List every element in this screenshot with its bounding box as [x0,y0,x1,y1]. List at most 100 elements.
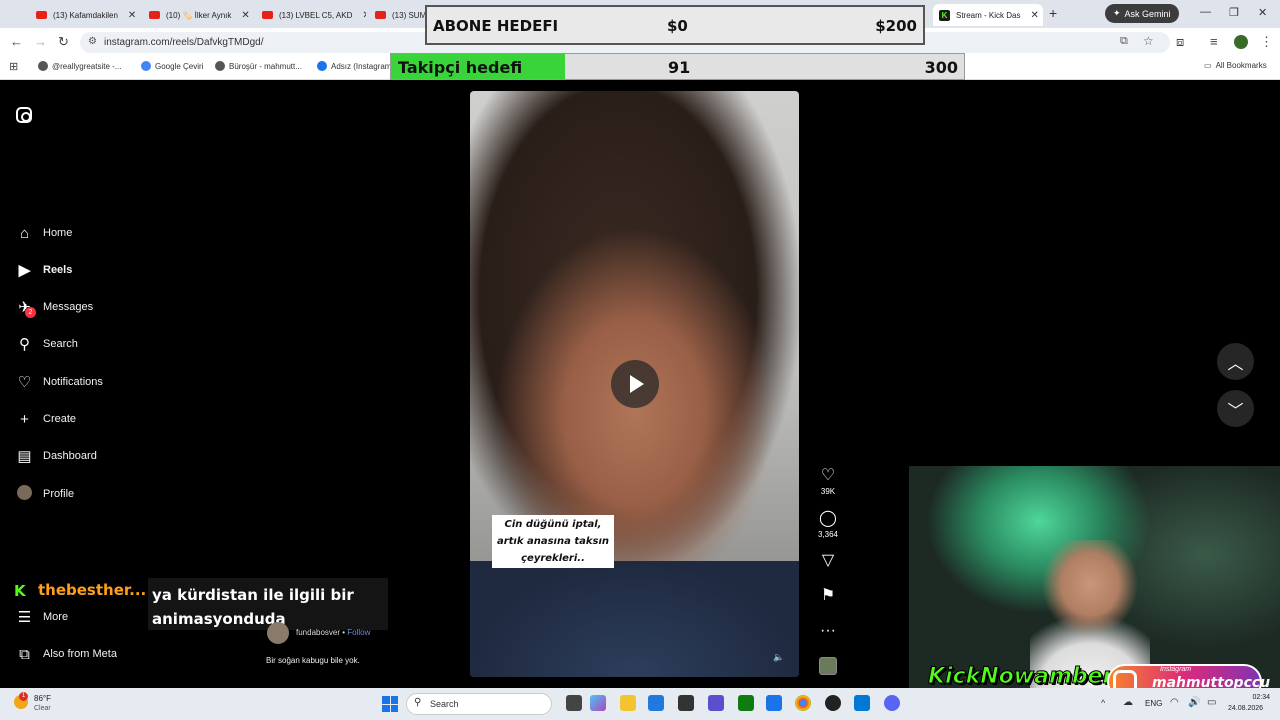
minimize-icon[interactable]: — [1200,6,1211,18]
close-icon[interactable]: ✕ [362,10,366,21]
language-indicator[interactable]: ENG [1145,699,1162,708]
app-icon[interactable] [766,695,782,711]
globe-icon [38,61,48,71]
sidebar-item-also-from-meta[interactable]: ⧉ Also from Meta [16,644,117,664]
store-icon[interactable] [678,695,694,711]
bookmark-2[interactable]: Google Çeviri [141,61,203,71]
edge-icon[interactable] [648,695,664,711]
reels-icon: ▶ [18,262,31,279]
follow-button[interactable]: Follow [347,628,370,637]
star-icon[interactable]: ☆ [1143,34,1154,48]
weather-temperature[interactable]: 86°F [34,694,51,703]
play-button[interactable] [611,360,659,408]
chrome-icon[interactable] [795,695,811,711]
close-window-icon[interactable]: ✕ [1258,6,1267,19]
forward-icon[interactable]: → [34,34,47,49]
ask-gemini-button[interactable]: ✦ Ask Gemini [1105,4,1179,23]
comment-author[interactable]: fundabosver [296,628,340,637]
bookmark-4[interactable]: Adsız (Instagram) [317,61,394,71]
bookmark-label: Adsız (Instagram) [331,61,395,71]
bookmark-3[interactable]: Büroşür - mahmutt... [215,61,302,71]
kick-logo: KickNowamber [927,664,1114,690]
volume-icon[interactable]: 🔊 [1188,697,1200,708]
task-view-icon[interactable] [566,695,582,711]
share-button[interactable]: ▽ [812,552,844,570]
wifi-icon[interactable]: ◠ [1170,697,1179,708]
like-button[interactable]: ♡ 39K [812,467,844,496]
close-icon[interactable]: ✕ [241,10,249,21]
chat-username: thebesther... [38,581,147,599]
all-bookmarks[interactable]: ▭ All Bookmarks [1204,61,1267,70]
taskbar-search-label: Search [430,699,459,709]
app-icon[interactable] [708,695,724,711]
photos-icon[interactable] [854,695,870,711]
clock-time[interactable]: 02:34 [1230,694,1270,701]
bookmark-1[interactable]: @reallygreatsite -... [38,61,121,71]
onedrive-icon[interactable]: ☁ [1123,697,1133,708]
close-icon[interactable]: ✕ [128,10,136,21]
install-icon[interactable]: ⧉ [1120,35,1128,48]
bookmark-label: Google Çeviri [155,61,204,71]
sidebar-item-label: More [43,611,69,623]
mute-icon[interactable]: 🔈 [773,652,784,663]
bookmark-label: @reallygreatsite -... [52,61,122,71]
chevron-down-icon: ﹀ [1227,402,1244,420]
next-reel-button[interactable]: ﹀ [1217,390,1254,427]
clock-date[interactable]: 24.08.2026 [1228,705,1263,712]
new-tab-button[interactable]: + [1049,5,1057,21]
save-button[interactable]: ⚑ [812,587,844,605]
sidebar-item-dashboard[interactable]: ▤ Dashboard [16,446,97,466]
windows-taskbar [0,688,1280,720]
sidebar-item-search[interactable]: ⚲ Search [16,334,78,354]
copilot-icon[interactable] [590,695,606,711]
sidebar-item-home[interactable]: ⌂ Home [16,223,72,243]
tab-5[interactable]: K Stream - Kick Das ✕ [933,4,1043,26]
windows-start-icon[interactable] [382,696,398,712]
globe-icon [317,61,327,71]
tab-1[interactable]: (13) Kafamdakilen ✕ [30,4,140,26]
meta-icon: ⧉ [19,645,30,663]
sidebar-item-label: Also from Meta [43,648,117,660]
youtube-icon [149,11,160,19]
back-icon[interactable]: ← [10,34,23,49]
sidebar-item-more[interactable]: ☰ More [16,607,68,627]
obs-icon[interactable] [825,695,841,711]
sidebar-item-notifications[interactable]: ♡ Notifications [16,372,103,392]
sidebar-item-create[interactable]: + Create [16,409,76,429]
tab-2[interactable]: (10) 🏷️ İlker Aynık ✕ [143,4,253,26]
weather-badge: 1 [19,692,28,701]
tab-3[interactable]: (13) LVBEL C5, AKD ✕ [256,4,366,26]
tab-4[interactable]: (13) SUMM [369,4,429,26]
file-explorer-icon[interactable] [620,695,636,711]
more-options-button[interactable]: ··· [812,622,844,640]
chevron-up-icon[interactable]: ^ [1101,698,1105,708]
taskbar-search-input[interactable] [406,693,552,715]
xbox-icon[interactable] [738,695,754,711]
previous-reel-button[interactable]: ︿ [1217,343,1254,380]
instagram-logo-icon[interactable] [16,107,32,123]
apps-icon[interactable]: ⊞ [9,60,18,73]
profile-avatar[interactable] [1234,35,1248,49]
audio-thumbnail[interactable] [819,657,837,675]
sidebar-item-label: Reels [43,264,73,276]
extensions-icon[interactable]: ⧈ [1176,34,1184,50]
sidebar-item-label: Profile [43,488,75,500]
tab-title: (13) Kafamdakilen [53,10,118,20]
battery-icon[interactable]: ▭ [1207,697,1216,708]
maximize-icon[interactable]: ❐ [1229,6,1239,19]
close-icon[interactable]: ✕ [1030,10,1038,21]
sidebar-item-reels[interactable]: ▶ Reels [16,260,73,280]
menu-icon[interactable]: ⋮ [1260,34,1273,50]
follower-goal-overlay: Takipçi hedefi 91 300 [390,53,965,80]
discord-icon[interactable] [884,695,900,711]
reload-icon[interactable]: ↻ [58,34,69,50]
heart-icon: ♡ [17,374,32,391]
sidebar-item-label: Dashboard [43,450,97,462]
site-settings-icon[interactable]: ⚙ [88,36,97,47]
sidebar-item-profile[interactable]: Profile [16,484,74,504]
reading-list-icon[interactable]: ≡ [1210,34,1218,49]
ask-gemini-label: Ask Gemini [1124,8,1171,19]
comment-text: Bir soğan kabugu bile yok. [266,656,360,665]
comment-button[interactable]: ◯ 3,364 [812,510,844,539]
avatar[interactable] [267,622,289,644]
